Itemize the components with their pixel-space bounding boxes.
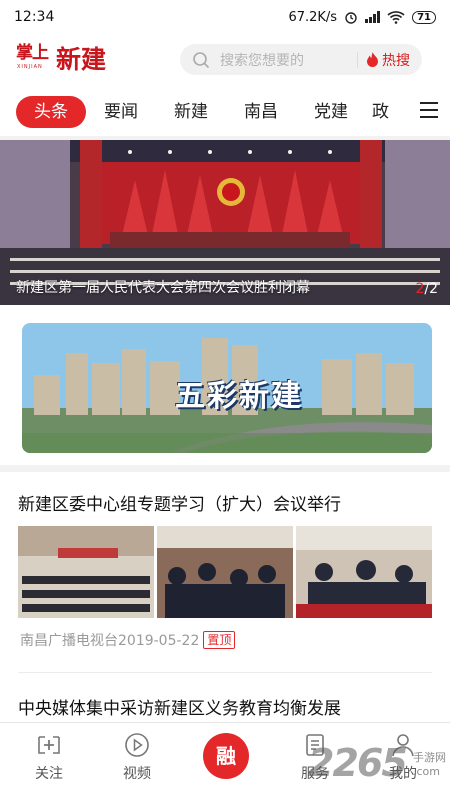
news-item-1-title[interactable]: 新建区委中心组专题学习（扩大）会议举行 xyxy=(18,490,341,515)
watermark-text: 手游网 .com xyxy=(413,751,446,779)
site-watermark: 2265 手游网 .com xyxy=(306,741,450,791)
app-header: 掌上 XINJIAN 新建 搜索您想要的 热搜 xyxy=(0,34,450,86)
logo-big-text: 新建 xyxy=(56,45,107,74)
alarm-icon xyxy=(345,12,357,24)
banner-page-total: /2 xyxy=(424,281,438,297)
news-item-1-source-date: 南昌广播电视台2019-05-22 xyxy=(20,633,200,649)
news-thumbnail-3 xyxy=(296,526,432,618)
tab-headlines[interactable]: 头条 xyxy=(16,96,86,128)
logo-small-text: 掌上 xyxy=(16,43,49,63)
app-logo[interactable]: 掌上 XINJIAN 新建 xyxy=(16,43,114,77)
nav-video[interactable]: 视频 xyxy=(102,731,172,783)
watermark-small-2: .com xyxy=(413,765,440,778)
nav-video-label: 视频 xyxy=(123,766,151,782)
logo-latin-text: XINJIAN xyxy=(17,64,43,70)
battery-indicator: 71 xyxy=(412,10,436,24)
status-right: 67.2K/s 71 xyxy=(288,10,436,25)
tab-politics[interactable]: 政 xyxy=(372,96,412,128)
tab-nanchang[interactable]: 南昌 xyxy=(226,96,296,128)
news-item-1-thumbnails[interactable] xyxy=(18,526,432,618)
news-divider xyxy=(18,672,432,673)
promo-card: 五彩新建 xyxy=(0,305,450,465)
pinned-badge: 置顶 xyxy=(203,631,236,649)
news-item-2-title[interactable]: 中央媒体集中采访新建区义务教育均衡发展 xyxy=(18,694,341,719)
wifi-icon xyxy=(387,11,405,24)
video-icon xyxy=(125,733,149,757)
tab-news[interactable]: 要闻 xyxy=(86,96,156,128)
headline-banner[interactable]: 新建区第一届人民代表大会第四次会议胜利闭幕 2/2 xyxy=(0,140,450,305)
hot-search-button[interactable]: 热搜 xyxy=(358,50,422,70)
channel-tabs: 头条 要闻 新建 南昌 党建 政 xyxy=(0,86,450,136)
nav-follow[interactable]: 关注 xyxy=(14,731,84,783)
hot-search-label: 热搜 xyxy=(382,52,410,69)
channel-menu-icon[interactable] xyxy=(420,102,438,118)
news-item-1-meta: 南昌广播电视台2019-05-22 置顶 xyxy=(20,630,236,650)
search-icon xyxy=(193,51,210,68)
tab-party[interactable]: 党建 xyxy=(296,96,366,128)
news-thumbnail-1 xyxy=(18,526,154,618)
promo-banner[interactable]: 五彩新建 xyxy=(22,323,432,453)
banner-caption: 新建区第一届人民代表大会第四次会议胜利闭幕 xyxy=(16,280,310,296)
promo-title: 五彩新建 xyxy=(175,379,303,414)
watermark-small-1: 手游网 xyxy=(413,751,446,764)
tab-xinjian[interactable]: 新建 xyxy=(156,96,226,128)
rong-center-button[interactable]: 融 xyxy=(203,733,249,779)
search-bar[interactable]: 搜索您想要的 热搜 xyxy=(180,44,422,75)
status-bar: 12:34 67.2K/s 71 xyxy=(0,0,450,34)
news-list: 新建区委中心组专题学习（扩大）会议举行 南昌广播电视台2019-05-22 置顶… xyxy=(0,472,450,722)
status-time: 12:34 xyxy=(14,9,55,25)
signal-icon xyxy=(365,11,381,23)
search-placeholder: 搜索您想要的 xyxy=(220,52,304,69)
fire-icon xyxy=(367,52,378,67)
watermark-number: 2265 xyxy=(308,741,408,785)
bottom-navigation: 关注 视频 融 服务 我的 2265 手游网 .com xyxy=(0,722,450,794)
follow-icon xyxy=(38,736,60,754)
banner-pager: 2/2 xyxy=(415,281,438,297)
nav-follow-label: 关注 xyxy=(35,766,63,782)
news-thumbnail-2 xyxy=(157,526,293,618)
network-speed: 67.2K/s xyxy=(288,9,338,25)
